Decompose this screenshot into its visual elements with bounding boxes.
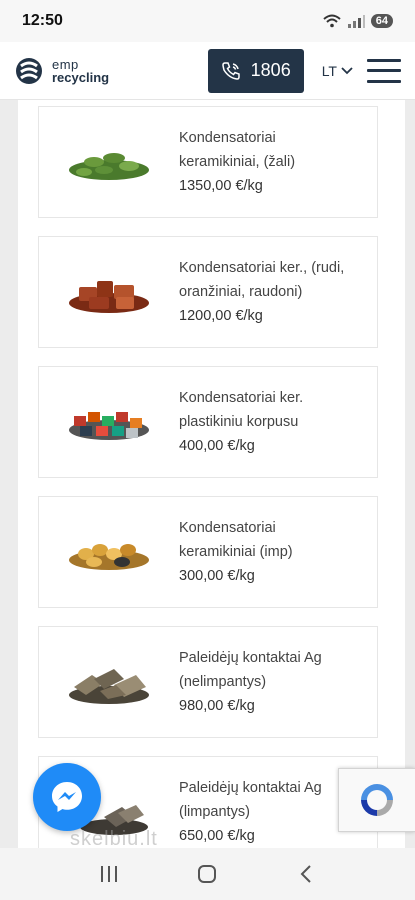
home-icon	[198, 865, 217, 883]
messenger-chat-button[interactable]	[33, 763, 101, 831]
site-header: emp recycling 1806 LT	[0, 42, 415, 100]
product-name: Kondensatoriai ker. plastikiniu korpusu	[179, 390, 304, 430]
status-icons: 64	[323, 14, 393, 28]
product-card[interactable]: Paleidėjų kontaktai Ag (nelimpantys) 980…	[38, 626, 378, 738]
logo-line-2: recycling	[52, 69, 110, 85]
logo-text: emp recycling	[52, 58, 109, 84]
product-card[interactable]: Kondensatoriai ker. plastikiniu korpusu …	[38, 366, 378, 478]
home-button[interactable]	[192, 859, 222, 889]
product-name: Paleidėjų kontaktai Ag (nelimpantys)	[179, 650, 322, 690]
messenger-icon	[52, 782, 82, 812]
product-card[interactable]: Kondensatoriai keramikiniai, (žali) 1350…	[38, 106, 378, 218]
product-image	[39, 497, 179, 607]
status-bar: 12:50 64	[0, 0, 415, 42]
recaptcha-icon	[361, 784, 393, 816]
product-info: Paleidėjų kontaktai Ag (limpantys) 650,0…	[179, 776, 344, 848]
product-info: Kondensatoriai keramikiniai (imp) 300,00…	[179, 516, 344, 588]
product-price: 1350,00 €/kg	[179, 178, 263, 194]
logo-line-1: emp	[52, 56, 79, 72]
recaptcha-badge[interactable]	[338, 768, 415, 832]
product-card[interactable]: Kondensatoriai keramikiniai (imp) 300,00…	[38, 496, 378, 608]
product-image	[39, 237, 179, 347]
product-image	[39, 107, 179, 217]
call-button[interactable]: 1806	[207, 48, 304, 93]
recent-apps-icon	[101, 866, 118, 882]
product-image	[39, 627, 179, 737]
chevron-down-icon	[341, 66, 353, 74]
product-info: Kondensatoriai ker., (rudi, oranžiniai, …	[179, 256, 364, 328]
product-price: 300,00 €/kg	[179, 568, 255, 584]
status-time: 12:50	[22, 12, 63, 29]
recent-apps-button[interactable]	[94, 859, 124, 889]
product-name: Kondensatoriai keramikiniai (imp)	[179, 520, 293, 560]
phone-icon	[221, 61, 240, 80]
product-list: Kondensatoriai keramikiniai, (žali) 1350…	[18, 100, 405, 848]
product-image	[39, 367, 179, 477]
product-card[interactable]: Kondensatoriai ker., (rudi, oranžiniai, …	[38, 236, 378, 348]
back-button[interactable]	[291, 859, 321, 889]
product-name: Kondensatoriai keramikiniai, (žali)	[179, 130, 296, 170]
hamburger-menu-icon[interactable]	[367, 58, 401, 83]
product-price: 980,00 €/kg	[179, 698, 255, 714]
battery-indicator: 64	[370, 14, 393, 28]
language-selector[interactable]: LT	[322, 63, 353, 79]
product-price: 650,00 €/kg	[179, 828, 255, 844]
product-info: Paleidėjų kontaktai Ag (nelimpantys) 980…	[179, 646, 344, 718]
logo-icon	[16, 57, 42, 84]
wifi-icon	[323, 14, 341, 28]
product-name: Kondensatoriai ker., (rudi, oranžiniai, …	[179, 260, 345, 300]
system-navigation-bar	[0, 848, 415, 900]
call-button-label: 1806	[250, 60, 291, 80]
language-label: LT	[321, 62, 337, 79]
product-info: Kondensatoriai ker. plastikiniu korpusu …	[179, 386, 349, 458]
signal-icon	[347, 15, 365, 28]
product-info: Kondensatoriai keramikiniai, (žali) 1350…	[179, 126, 344, 198]
product-name: Paleidėjų kontaktai Ag (limpantys)	[179, 780, 322, 820]
product-price: 1200,00 €/kg	[179, 308, 263, 324]
logo[interactable]: emp recycling	[14, 56, 109, 86]
product-price: 400,00 €/kg	[179, 438, 255, 454]
back-icon	[300, 865, 311, 883]
